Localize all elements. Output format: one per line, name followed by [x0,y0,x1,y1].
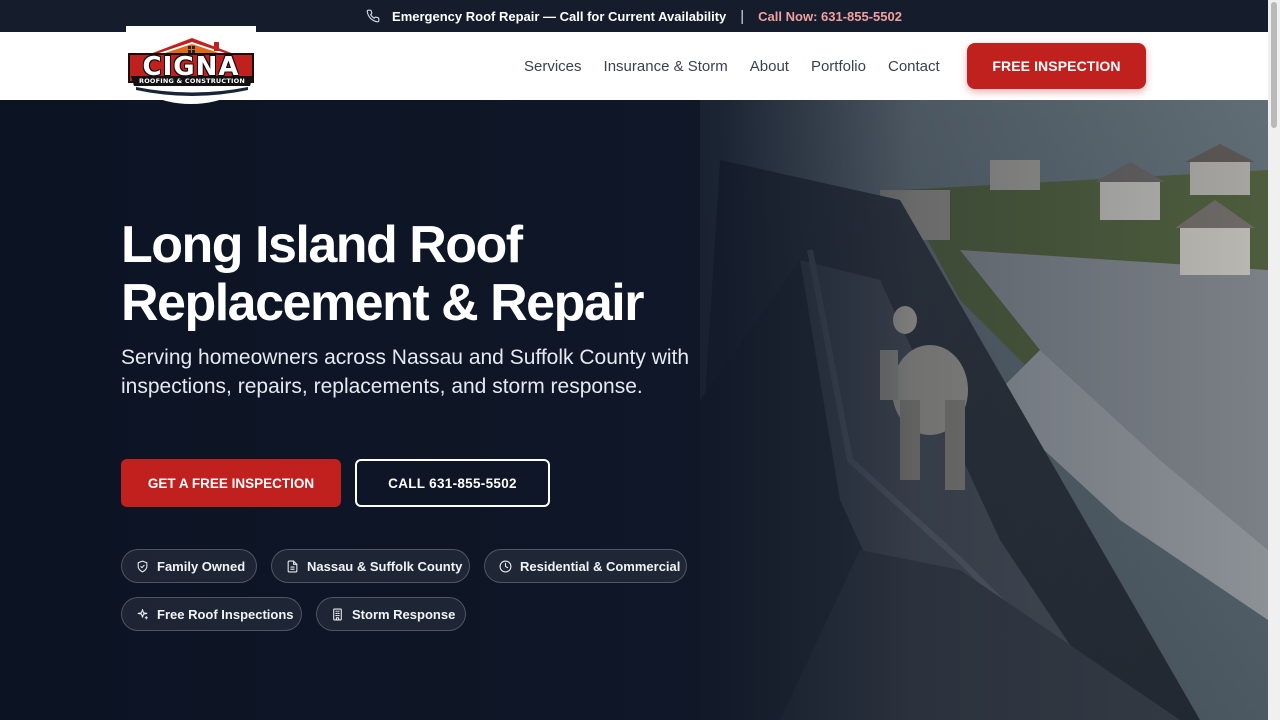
hero-section: Long Island Roof Replacement & Repair Se… [0,100,1268,720]
badge-storm-response: Storm Response [316,597,466,631]
get-free-inspection-button[interactable]: GET A FREE INSPECTION [121,459,341,507]
nav-link-portfolio[interactable]: Portfolio [811,58,866,75]
sparkle-icon [137,608,148,619]
nav-link-services[interactable]: Services [524,58,582,75]
badge-label: Nassau & Suffolk County [307,558,463,574]
building-icon [333,608,342,620]
badge-label: Free Roof Inspections [157,606,294,622]
badge-residential-commercial: Residential & Commercial [484,549,687,583]
nav-link-contact[interactable]: Contact [888,58,940,75]
hero-subtitle: Serving homeowners across Nassau and Suf… [121,346,690,398]
nav-link-about[interactable]: About [750,58,789,75]
hero-title: Long Island Roof Replacement & Repair [121,216,741,332]
badge-label: Storm Response [352,606,456,622]
document-icon [287,560,298,572]
phone-icon [366,9,380,23]
nav-link-insurance-storm[interactable]: Insurance & Storm [604,58,728,75]
hero-title-line-1: Long Island Roof [121,216,523,274]
badge-nassau-suffolk: Nassau & Suffolk County [271,549,470,583]
clock-icon [499,560,512,572]
free-inspection-button[interactable]: FREE INSPECTION [967,43,1146,89]
badge-label: Family Owned [157,558,246,574]
topbar-separator: | [740,7,745,25]
scrollbar-thumb[interactable] [1271,2,1277,128]
badge-free-roof-inspections: Free Roof Inspections [121,597,302,631]
logo-tagline-text: ROOFING & CONSTRUCTION [138,77,245,85]
shield-icon [137,560,148,572]
main-nav: Services Insurance & Storm About Portfol… [524,32,962,100]
emergency-text: Emergency Roof Repair — Call for Current… [392,8,727,24]
logo[interactable]: CIGNA ROOFING & CONSTRUCTION [122,26,262,104]
badge-label: Residential & Commercial [520,558,681,574]
site-header: CIGNA ROOFING & CONSTRUCTION Services In… [0,26,1268,104]
hero-title-line-2: Replacement & Repair [121,274,644,332]
call-now-link[interactable]: Call Now: 631-855-5502 [758,9,902,24]
call-phone-button[interactable]: CALL 631-855-5502 [355,459,550,507]
page-scrollbar[interactable] [1268,0,1280,720]
badge-family-owned: Family Owned [121,549,257,583]
